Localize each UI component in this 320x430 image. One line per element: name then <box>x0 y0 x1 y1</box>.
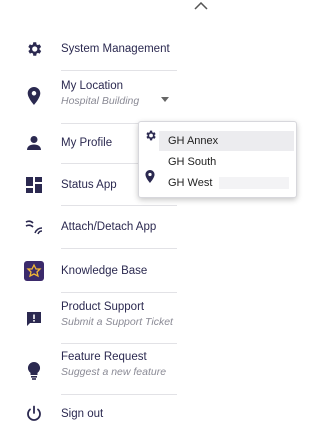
my-profile-label: My Profile <box>61 137 113 149</box>
power-icon <box>24 404 44 424</box>
product-support-subtitle: Submit a Support Ticket <box>61 316 173 328</box>
location-option-gh-annex[interactable]: GH Annex <box>159 131 294 151</box>
system-management-label: System Management <box>61 43 170 55</box>
option-label: GH Annex <box>168 135 219 147</box>
menu-item-sign-out[interactable]: Sign out <box>0 403 290 425</box>
knowledge-base-label: Knowledge Base <box>61 265 148 277</box>
map-pin-icon <box>143 169 157 183</box>
signal-icon <box>24 217 44 237</box>
divider <box>61 205 177 206</box>
user-icon <box>24 133 44 153</box>
menu-item-attach-detach-app[interactable]: Attach/Detach App <box>0 216 290 238</box>
lightbulb-icon <box>24 361 44 381</box>
option-label: GH West <box>168 177 213 189</box>
location-dropdown[interactable]: GH Annex GH South GH West <box>138 121 297 198</box>
option-label: GH South <box>168 156 217 168</box>
divider <box>61 394 177 395</box>
gear-icon <box>143 128 157 142</box>
dashboard-icon <box>24 175 44 195</box>
menu-item-my-location[interactable]: My Location Hospital Building <box>0 80 290 112</box>
location-option-gh-west[interactable]: GH West <box>159 173 294 193</box>
menu-item-system-management[interactable]: System Management <box>0 38 290 60</box>
menu-item-product-support[interactable]: Product Support Submit a Support Ticket <box>0 301 290 335</box>
feature-request-label: Feature Request <box>61 351 147 363</box>
attach-detach-label: Attach/Detach App <box>61 221 157 233</box>
divider <box>61 248 177 249</box>
product-support-label: Product Support <box>61 301 145 313</box>
user-menu-panel: System Management My Location Hospital B… <box>0 0 290 430</box>
location-option-gh-south[interactable]: GH South <box>159 152 294 172</box>
status-app-label: Status App <box>61 179 117 191</box>
hover-highlight <box>219 177 289 189</box>
divider <box>61 292 177 293</box>
dropdown-caret-icon[interactable] <box>160 94 170 104</box>
chat-alert-icon <box>24 309 44 329</box>
collapse-chevron-up-icon[interactable] <box>192 0 210 12</box>
feature-request-subtitle: Suggest a new feature <box>61 366 167 378</box>
sign-out-label: Sign out <box>61 408 104 420</box>
location-value: Hospital Building <box>61 95 140 107</box>
divider <box>61 343 177 344</box>
gear-icon <box>24 39 44 59</box>
knowledge-base-logo-icon <box>24 261 44 281</box>
divider <box>61 70 177 71</box>
menu-item-feature-request[interactable]: Feature Request Suggest a new feature <box>0 351 290 385</box>
map-pin-icon <box>24 86 44 106</box>
menu-item-knowledge-base[interactable]: Knowledge Base <box>0 259 290 283</box>
my-location-label: My Location <box>61 80 124 92</box>
